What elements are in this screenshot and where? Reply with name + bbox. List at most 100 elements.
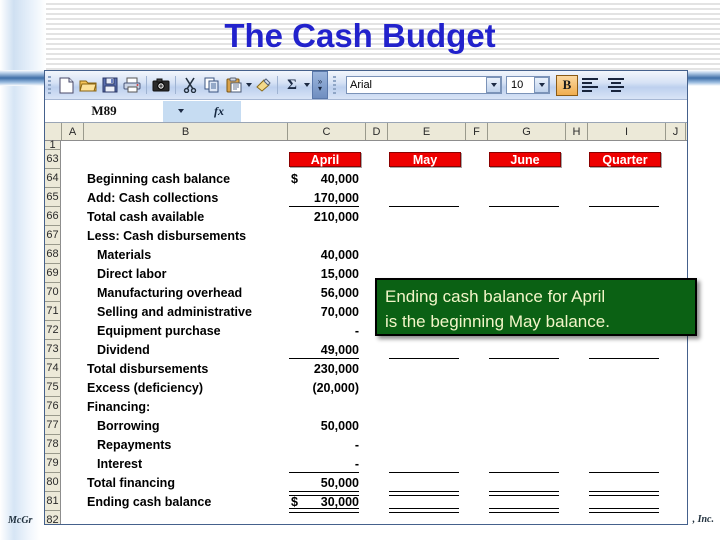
- cell-quarter-67[interactable]: [587, 226, 665, 245]
- table-row[interactable]: Add: Cash collections 170,000: [61, 188, 687, 207]
- row-header-66[interactable]: 66: [45, 207, 61, 226]
- row-header-64[interactable]: 64: [45, 169, 61, 188]
- row-header-73[interactable]: 73: [45, 340, 61, 359]
- cell-quarter-66[interactable]: [587, 207, 665, 226]
- cell-april-64[interactable]: $40,000: [287, 169, 365, 188]
- cell-may-76[interactable]: [387, 397, 465, 416]
- row-header-72[interactable]: 72: [45, 321, 61, 340]
- save-icon[interactable]: [99, 74, 121, 96]
- cell-may-82[interactable]: [387, 511, 465, 524]
- table-row[interactable]: Beginning cash balance $40,000: [61, 169, 687, 188]
- table-row[interactable]: Total cash available 210,000: [61, 207, 687, 226]
- cell-april-73[interactable]: 49,000: [287, 340, 365, 359]
- row-label-75[interactable]: Excess (deficiency): [83, 378, 287, 397]
- font-toolbar-grip[interactable]: [333, 76, 336, 94]
- cell-quarter-76[interactable]: [587, 397, 665, 416]
- cell-june-75[interactable]: [487, 378, 565, 397]
- cell-quarter-79[interactable]: [587, 454, 665, 473]
- cell-april-71[interactable]: 70,000: [287, 302, 365, 321]
- cell-april-74[interactable]: 230,000: [287, 359, 365, 378]
- format-painter-icon[interactable]: [252, 74, 274, 96]
- cell-quarter-75[interactable]: [587, 378, 665, 397]
- cell-april-75[interactable]: (20,000): [287, 378, 365, 397]
- table-row[interactable]: Excess (deficiency) (20,000): [61, 378, 687, 397]
- cell-quarter-77[interactable]: [587, 416, 665, 435]
- cell-may-77[interactable]: [387, 416, 465, 435]
- cell-april-79[interactable]: -: [287, 454, 365, 473]
- row-label-74[interactable]: Total disbursements: [83, 359, 287, 378]
- cell-quarter-74[interactable]: [587, 359, 665, 378]
- column-header-f[interactable]: F: [466, 123, 488, 140]
- camera-icon[interactable]: [150, 74, 172, 96]
- row-label-72[interactable]: Equipment purchase: [83, 321, 287, 340]
- column-header-g[interactable]: G: [488, 123, 566, 140]
- cell-april-80[interactable]: 50,000: [287, 473, 365, 492]
- row-header-79[interactable]: 79: [45, 454, 61, 473]
- row-label-78[interactable]: Repayments: [83, 435, 287, 454]
- cell-june-80[interactable]: [487, 473, 565, 492]
- cell-april-69[interactable]: 15,000: [287, 264, 365, 283]
- insert-function-icon[interactable]: fx: [197, 100, 241, 122]
- font-name-input[interactable]: Arial: [346, 76, 502, 94]
- row-label-64[interactable]: Beginning cash balance: [83, 169, 287, 188]
- cell-june-67[interactable]: [487, 226, 565, 245]
- formula-input[interactable]: [241, 100, 687, 122]
- cell-april-65[interactable]: 170,000: [287, 188, 365, 207]
- cell-quarter-68[interactable]: [587, 245, 665, 264]
- row-header-1[interactable]: 1: [45, 139, 61, 151]
- column-header-d[interactable]: D: [366, 123, 388, 140]
- align-center-icon[interactable]: [606, 75, 626, 95]
- column-header-h[interactable]: H: [566, 123, 588, 140]
- cell-may-78[interactable]: [387, 435, 465, 454]
- row-header-67[interactable]: 67: [45, 226, 61, 245]
- copy-icon[interactable]: [201, 74, 223, 96]
- row-header-82[interactable]: 82: [45, 511, 61, 524]
- cell-june-68[interactable]: [487, 245, 565, 264]
- table-row[interactable]: Financing:: [61, 397, 687, 416]
- cell-quarter-64[interactable]: [587, 169, 665, 188]
- period-header-june[interactable]: June: [489, 152, 561, 167]
- row-label-79[interactable]: Interest: [83, 454, 287, 473]
- row-label-80[interactable]: Total financing: [83, 473, 287, 492]
- cell-april-66[interactable]: 210,000: [287, 207, 365, 226]
- row-header-75[interactable]: 75: [45, 378, 61, 397]
- cell-quarter-78[interactable]: [587, 435, 665, 454]
- row-header-65[interactable]: 65: [45, 188, 61, 207]
- align-left-icon[interactable]: [582, 75, 602, 95]
- font-size-dropdown-icon[interactable]: [534, 77, 549, 93]
- row-header-74[interactable]: 74: [45, 359, 61, 378]
- cell-may-79[interactable]: [387, 454, 465, 473]
- cell-may-66[interactable]: [387, 207, 465, 226]
- cell-may-74[interactable]: [387, 359, 465, 378]
- row-label-65[interactable]: Add: Cash collections: [83, 188, 287, 207]
- cell-june-66[interactable]: [487, 207, 565, 226]
- column-header-i[interactable]: I: [588, 123, 666, 140]
- select-all-corner-button[interactable]: [45, 123, 62, 140]
- cell-may-67[interactable]: [387, 226, 465, 245]
- row-label-71[interactable]: Selling and administrative: [83, 302, 287, 321]
- cell-april-78[interactable]: -: [287, 435, 365, 454]
- row-header-70[interactable]: 70: [45, 283, 61, 302]
- table-row[interactable]: Materials 40,000: [61, 245, 687, 264]
- cell-june-65[interactable]: [487, 188, 565, 207]
- cell-june-64[interactable]: [487, 169, 565, 188]
- row-label-67[interactable]: Less: Cash disbursements: [83, 226, 287, 245]
- column-header-b[interactable]: B: [84, 123, 288, 140]
- cell-june-78[interactable]: [487, 435, 565, 454]
- row-header-76[interactable]: 76: [45, 397, 61, 416]
- cell-june-74[interactable]: [487, 359, 565, 378]
- open-folder-icon[interactable]: [77, 74, 99, 96]
- cell-april-76[interactable]: [287, 397, 365, 416]
- row-label-76[interactable]: Financing:: [83, 397, 287, 416]
- cell-quarter-82[interactable]: [587, 511, 665, 524]
- row-label-68[interactable]: Materials: [83, 245, 287, 264]
- cell-quarter-80[interactable]: [587, 473, 665, 492]
- cell-may-80[interactable]: [387, 473, 465, 492]
- row-label-81[interactable]: Ending cash balance: [83, 492, 287, 511]
- cut-scissors-icon[interactable]: [179, 74, 201, 96]
- table-row[interactable]: Borrowing 50,000: [61, 416, 687, 435]
- cell-may-65[interactable]: [387, 188, 465, 207]
- cell-quarter-73[interactable]: [587, 340, 665, 359]
- row-label-77[interactable]: Borrowing: [83, 416, 287, 435]
- name-box-dropdown-icon[interactable]: [163, 100, 197, 122]
